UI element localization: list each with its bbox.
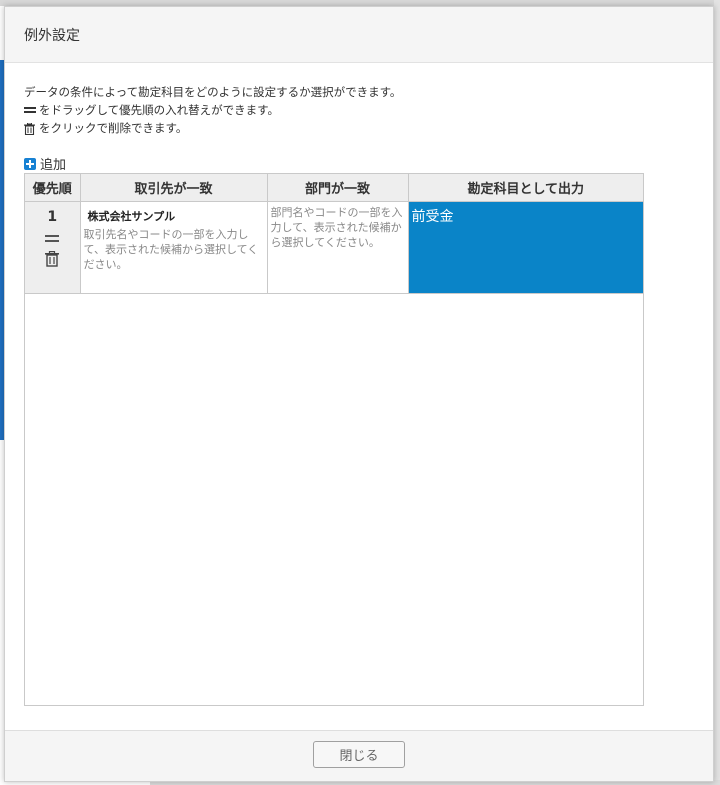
priority-number: 1 — [47, 209, 58, 225]
partner-search-input[interactable]: 取引先名やコードの一部を入力して、表示された候補から選択してください。 — [84, 227, 264, 272]
table-row: 1 株式会社サンプル 取引先名やコードの一部を入力して、表示された候補から選択し… — [25, 201, 643, 294]
partner-match-cell[interactable]: 株式会社サンプル 取引先名やコードの一部を入力して、表示された候補から選択してく… — [79, 201, 268, 294]
trash-icon[interactable] — [45, 250, 60, 267]
trash-icon — [24, 122, 36, 136]
plus-icon — [24, 157, 36, 170]
add-rule-label: 追加 — [40, 158, 67, 173]
output-account-value[interactable]: 前受金 — [412, 209, 454, 225]
column-header-partner: 取引先が一致 — [79, 174, 268, 202]
exception-rules-table: 優先順 取引先が一致 部門が一致 勘定科目として出力 1 株式会社サンプル 取引… — [24, 173, 644, 706]
instruction-line: をドラッグして優先順の入れ替えができます。 — [24, 101, 401, 119]
dialog-title: 例外設定 — [24, 27, 80, 44]
drag-handle-icon[interactable] — [45, 234, 60, 244]
output-account-cell[interactable]: 前受金 — [407, 201, 643, 294]
instruction-line: データの条件によって勘定科目をどのように設定するか選択ができます。 — [24, 83, 401, 101]
exception-settings-dialog: 例外設定 データの条件によって勘定科目をどのように設定するか選択ができます。 を… — [4, 6, 714, 782]
instruction-text-delete: をクリックで削除できます。 — [39, 121, 188, 135]
priority-cell: 1 — [25, 201, 81, 294]
department-search-input[interactable]: 部門名やコードの一部を入力して、表示された候補から選択してください。 — [271, 205, 405, 250]
dialog-header: 例外設定 — [5, 7, 713, 63]
close-button[interactable]: 閉じる — [313, 741, 405, 768]
instruction-text-conditions: データの条件によって勘定科目をどのように設定するか選択ができます。 — [24, 85, 402, 99]
instruction-line: をクリックで削除できます。 — [24, 119, 401, 137]
dialog-footer: 閉じる — [5, 730, 713, 781]
background-page-right — [714, 0, 720, 785]
table-header-row: 優先順 取引先が一致 部門が一致 勘定科目として出力 — [25, 174, 643, 202]
column-header-account: 勘定科目として出力 — [407, 174, 643, 202]
add-rule-button[interactable]: 追加 — [24, 154, 66, 173]
drag-handle-icon — [24, 104, 36, 116]
column-header-priority: 優先順 — [25, 174, 81, 202]
instructions: データの条件によって勘定科目をどのように設定するか選択ができます。 をドラッグし… — [24, 83, 401, 137]
partner-tag[interactable]: 株式会社サンプル — [88, 208, 264, 224]
column-header-department: 部門が一致 — [266, 174, 409, 202]
department-match-cell[interactable]: 部門名やコードの一部を入力して、表示された候補から選択してください。 — [266, 201, 409, 294]
instruction-text-drag: をドラッグして優先順の入れ替えができます。 — [39, 103, 280, 117]
